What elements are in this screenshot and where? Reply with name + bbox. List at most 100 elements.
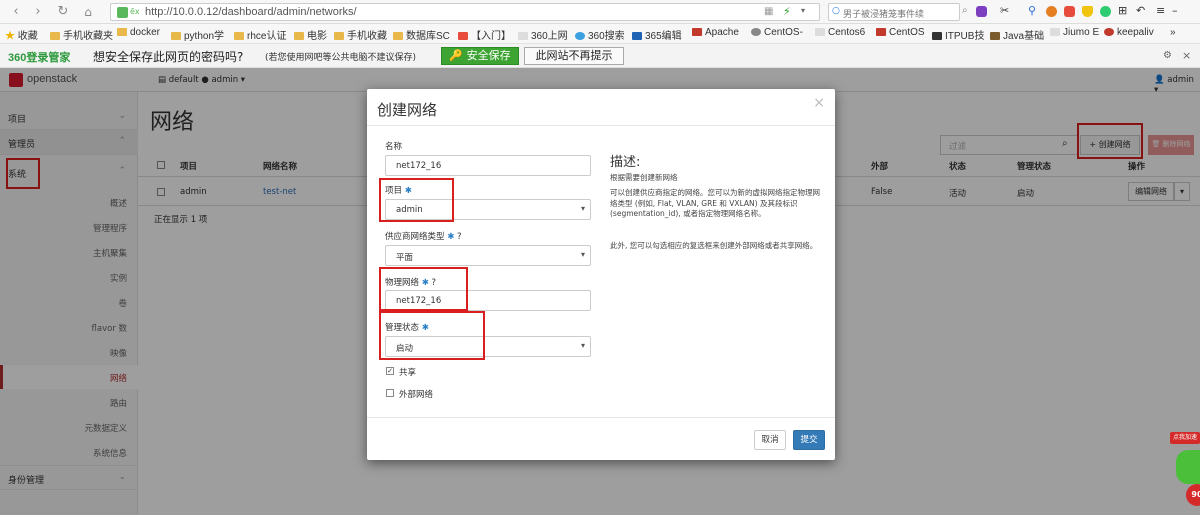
bookmark-favorites[interactable]: ★ 收藏 (5, 27, 38, 42)
page-icon (1050, 28, 1060, 36)
modal-divider (367, 125, 835, 126)
external-network-label: 外部网络 (399, 390, 434, 400)
bookmark-item[interactable]: Jiumo E (1050, 27, 1099, 38)
bookmark-item[interactable]: 数据库SC (393, 27, 450, 42)
page-icon (518, 32, 528, 40)
bookmark-item[interactable]: keepaliv (1104, 27, 1154, 38)
bookmark-icon (932, 32, 942, 40)
folder-icon (294, 32, 304, 40)
page-icon (815, 28, 825, 36)
never-remind-button[interactable]: 此网站不再提示 (524, 47, 624, 65)
bookmarks-more[interactable]: » (1170, 27, 1176, 38)
description-heading: 描述: (610, 155, 641, 170)
extension-orange-icon[interactable] (1046, 6, 1057, 17)
required-icon: ✱ (447, 232, 455, 242)
bookmark-item[interactable]: Centos6 (815, 27, 865, 38)
scissors-icon[interactable]: ✂ (1000, 4, 1009, 17)
browser-toolbar: ‹ › ↻ ⌂ ēx http://10.0.0.12/dashboard/ad… (0, 0, 1200, 24)
bookmark-item[interactable]: 360搜索 (575, 27, 625, 42)
close-icon[interactable]: × (1182, 49, 1191, 62)
bookmark-icon (876, 28, 886, 36)
highlight-box (379, 178, 454, 222)
folder-icon (117, 28, 127, 36)
cancel-button[interactable]: 取消 (754, 430, 786, 450)
bookmark-icon (990, 32, 1000, 40)
bookmark-item[interactable]: 电影 (294, 27, 327, 42)
description-line3: 此外, 您可以勾选相应的复选框来创建外部网络或者共享网络。 (610, 241, 818, 250)
speedup-badge[interactable]: 点我加速 (1170, 432, 1200, 444)
bookmark-item[interactable]: python学 (171, 27, 224, 42)
search-go-icon[interactable]: ⌕ (962, 5, 968, 16)
lightning-icon[interactable]: ⚡ (783, 5, 791, 18)
bookmark-item[interactable]: ITPUB技 (932, 27, 984, 42)
url-text: http://10.0.0.12/dashboard/admin/network… (145, 6, 357, 18)
shield-yellow-icon[interactable] (1082, 6, 1093, 17)
chevron-down-icon: ▾ (580, 341, 585, 350)
close-icon[interactable]: × (813, 95, 825, 111)
password-save-bar: 360登录管家 想安全保存此网页的密码吗? (若您使用网吧等公共电脑不建议保存)… (0, 44, 1200, 68)
bookmark-item[interactable]: 手机收藏 (334, 27, 387, 42)
bookmark-item[interactable]: CentOS (876, 27, 925, 38)
create-network-modal: 创建网络 × 名称 net172_16 项目 ✱ admin ▾ 供应商网络类型 … (367, 89, 835, 460)
folder-icon (334, 32, 344, 40)
mascot-icon[interactable] (1176, 450, 1200, 484)
dropdown-icon[interactable]: ▾ (801, 6, 805, 15)
search-text: 男子被浸猪笼事件续 (843, 10, 925, 20)
save-password-button[interactable]: 🔑 安全保存 (441, 47, 519, 65)
forward-icon[interactable]: › (30, 4, 46, 20)
bookmark-item[interactable]: 365编辑 (632, 27, 682, 42)
password-hint: (若您使用网吧等公共电脑不建议保存) (265, 53, 417, 63)
bookmark-icon (1104, 28, 1114, 36)
bookmark-item[interactable]: 360上网 (518, 27, 568, 42)
shield-icon (117, 7, 128, 18)
bookmark-item[interactable]: 【入门】 (458, 27, 511, 42)
minimize-icon[interactable]: – (1172, 4, 1178, 17)
key-icon[interactable]: ⚲ (1028, 4, 1036, 17)
bookmark-icon (751, 28, 761, 36)
star-icon: ★ (5, 31, 15, 42)
description-line2: 可以创建供应商指定的网络。您可以为新的虚拟网络指定物理网络类型 (例如, Fla… (610, 188, 820, 218)
back-icon[interactable]: ‹ (8, 4, 24, 20)
reload-icon[interactable]: ↻ (55, 4, 71, 20)
provider-type-select[interactable]: 平面 ▾ (385, 245, 591, 266)
bookmark-icon (458, 32, 468, 40)
browser-search-box[interactable]: ○ 男子被浸猪笼事件续 (828, 3, 960, 21)
modal-title: 创建网络 (377, 101, 438, 119)
search-engine-icon (575, 32, 585, 40)
folder-icon (234, 32, 244, 40)
bookmarks-bar: ★ 收藏 手机收藏夹 docker python学 rhce认证 电影 手机收藏… (0, 24, 1200, 44)
bookmark-item[interactable]: 手机收藏夹 (50, 27, 113, 42)
extension-purple-icon[interactable] (976, 6, 987, 17)
home-icon[interactable]: ⌂ (80, 4, 96, 20)
shield-label: ēx (130, 7, 140, 16)
submit-button[interactable]: 提交 (793, 430, 825, 450)
address-bar[interactable]: ēx http://10.0.0.12/dashboard/admin/netw… (110, 3, 820, 21)
shared-checkbox[interactable]: ✓ (386, 367, 394, 375)
bookmark-item[interactable]: rhce认证 (234, 27, 286, 42)
chevron-down-icon: ▾ (580, 204, 585, 213)
provider-type-label: 供应商网络类型 ✱ ? (385, 232, 462, 242)
password-question: 想安全保存此网页的密码吗? (93, 50, 244, 64)
bookmark-item[interactable]: Apache (692, 27, 739, 38)
chevron-down-icon: ▾ (580, 250, 585, 259)
feather-icon (692, 28, 702, 36)
help-icon[interactable]: ? (457, 232, 462, 242)
bookmark-item[interactable]: CentOS- (751, 27, 803, 38)
description-line1: 根据需要创建新网络 (610, 173, 678, 182)
highlight-box (379, 267, 468, 311)
extension-green-icon[interactable] (1100, 6, 1111, 17)
grid-icon[interactable]: ▦ (764, 6, 773, 17)
folder-icon (393, 32, 403, 40)
folder-icon (50, 32, 60, 40)
search-icon: ○ (832, 6, 840, 16)
undo-icon[interactable]: ↶ (1136, 4, 1145, 17)
settings-icon[interactable]: ⚙ (1163, 50, 1172, 61)
bookmark-item[interactable]: docker (117, 27, 160, 38)
apps-icon[interactable]: ⊞ (1118, 4, 1127, 17)
bookmark-item[interactable]: Java基础 (990, 27, 1044, 42)
name-input[interactable]: net172_16 (385, 155, 591, 176)
external-network-checkbox[interactable] (386, 389, 394, 397)
highlight-box (379, 311, 485, 360)
menu-icon[interactable]: ≡ (1156, 4, 1165, 17)
extension-red-icon[interactable] (1064, 6, 1075, 17)
